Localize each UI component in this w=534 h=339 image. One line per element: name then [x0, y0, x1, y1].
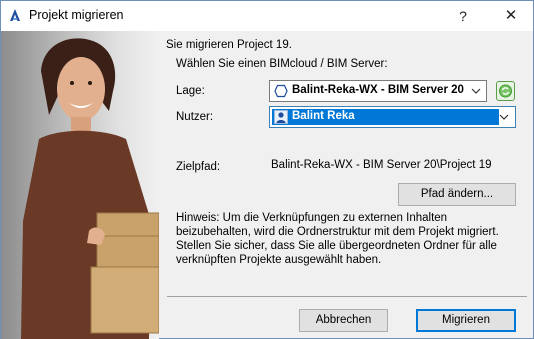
dialog-content: Sie migrieren Project 19. Wählen Sie ein… — [159, 31, 533, 339]
user-label: Nutzer: — [176, 111, 214, 123]
location-label: Lage: — [176, 85, 205, 97]
location-value: Balint-Reka-WX - BIM Server 20 — [292, 84, 464, 96]
help-button[interactable]: ? — [452, 5, 474, 27]
title-bar: Projekt migrieren ? ✕ — [1, 1, 533, 31]
intro-text: Sie migrieren Project 19. — [166, 39, 292, 51]
location-dropdown[interactable]: Balint-Reka-WX - BIM Server 20 — [269, 80, 487, 102]
cancel-button[interactable]: Abbrechen — [299, 309, 388, 332]
user-dropdown[interactable]: Balint Reka — [269, 106, 516, 128]
side-illustration — [1, 31, 159, 339]
hint-text: Hinweis: Um die Verknüpfungen zu externe… — [176, 212, 499, 266]
user-icon — [274, 110, 288, 124]
change-path-button[interactable]: Pfad ändern... — [398, 183, 516, 206]
dialog-window: Projekt migrieren ? ✕ Sie migrieren Proj… — [0, 0, 534, 339]
close-button[interactable]: ✕ — [497, 5, 525, 27]
refresh-icon — [499, 84, 512, 98]
target-path-label: Zielpfad: — [176, 161, 221, 173]
window-title: Projekt migrieren — [29, 8, 124, 22]
server-hexagon-icon — [274, 84, 288, 98]
server-prompt: Wählen Sie einen BIMcloud / BIM Server: — [176, 58, 388, 70]
separator — [167, 296, 527, 297]
archicad-icon — [10, 9, 20, 21]
target-path-value: Balint-Reka-WX - BIM Server 20\Project 1… — [271, 159, 492, 171]
refresh-button[interactable] — [496, 81, 515, 101]
chevron-down-icon — [471, 88, 481, 94]
chevron-down-icon — [499, 114, 509, 120]
user-value: Balint Reka — [292, 110, 355, 122]
migrate-button[interactable]: Migrieren — [416, 309, 516, 332]
